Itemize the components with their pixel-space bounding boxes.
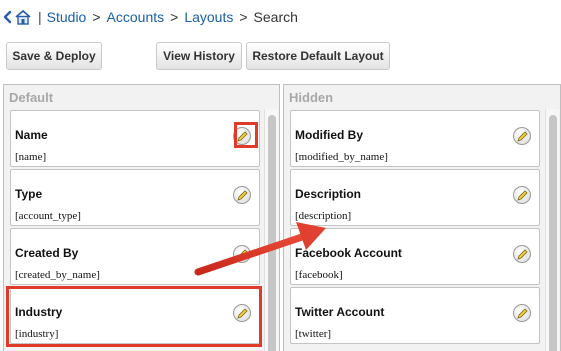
pencil-edit-icon[interactable] [513,127,531,145]
pencil-edit-icon[interactable] [513,186,531,204]
scrollbar-thumb[interactable] [549,115,557,351]
scrollbar-thumb[interactable] [268,115,276,351]
field-card-description[interactable]: Description [description] [290,169,540,226]
field-label: Industry [15,305,63,319]
view-history-button[interactable]: View History [156,42,242,70]
pencil-edit-icon[interactable] [513,245,531,263]
field-label: Facebook Account [295,246,402,260]
field-card-modified-by[interactable]: Modified By [modified_by_name] [290,110,540,167]
field-label: Modified By [295,128,363,142]
breadcrumb-gt: > [239,9,248,25]
pencil-edit-icon[interactable] [233,304,251,322]
field-label: Type [15,187,43,201]
default-panel-scrollbar[interactable] [264,109,278,351]
restore-default-layout-button[interactable]: Restore Default Layout [246,42,390,70]
home-icon[interactable] [14,9,32,25]
pencil-edit-icon[interactable] [233,186,251,204]
field-name: [facebook] [295,269,343,281]
breadcrumb-studio-link[interactable]: Studio [47,9,87,25]
field-label: Name [15,128,48,142]
breadcrumb-gt: > [170,9,179,25]
field-card-name[interactable]: Name [name] [10,110,260,167]
save-deploy-button[interactable]: Save & Deploy [6,42,102,70]
field-name: [modified_by_name] [295,151,388,163]
field-name: [description] [295,210,352,222]
default-panel-title: Default [9,90,54,105]
back-arrow-icon[interactable] [2,10,12,24]
hidden-panel: Hidden Modified By [modified_by_name] De… [283,84,561,351]
field-card-created-by[interactable]: Created By [created_by_name] [10,228,260,285]
field-name: [twitter] [295,328,332,340]
field-name: [created_by_name] [15,269,100,281]
breadcrumb: | Studio > Accounts > Layouts > Search [0,0,561,34]
hidden-panel-scrollbar[interactable] [545,109,559,351]
field-name: [industry] [15,328,59,340]
pencil-edit-icon[interactable] [513,304,531,322]
breadcrumb-layouts-link[interactable]: Layouts [184,9,233,25]
field-card-facebook-account[interactable]: Facebook Account [facebook] [290,228,540,285]
field-label: Description [295,187,362,201]
breadcrumb-gt: > [92,9,101,25]
field-label: Twitter Account [295,305,385,319]
field-label: Created By [15,246,79,260]
field-name: [account_type] [15,210,81,222]
field-card-type[interactable]: Type [account_type] [10,169,260,226]
breadcrumb-separator: | [38,9,42,25]
nav-icons [2,9,32,25]
field-name: [name] [15,151,47,163]
pencil-edit-icon[interactable] [233,245,251,263]
default-panel: Default Name [name] Type [account_type] … [3,84,280,351]
field-card-industry[interactable]: Industry [industry] [10,287,260,344]
field-card-twitter-account[interactable]: Twitter Account [twitter] [290,287,540,344]
hidden-panel-title: Hidden [289,90,334,105]
breadcrumb-accounts-link[interactable]: Accounts [107,9,165,25]
pencil-edit-icon[interactable] [233,127,251,145]
breadcrumb-current: Search [253,9,298,25]
